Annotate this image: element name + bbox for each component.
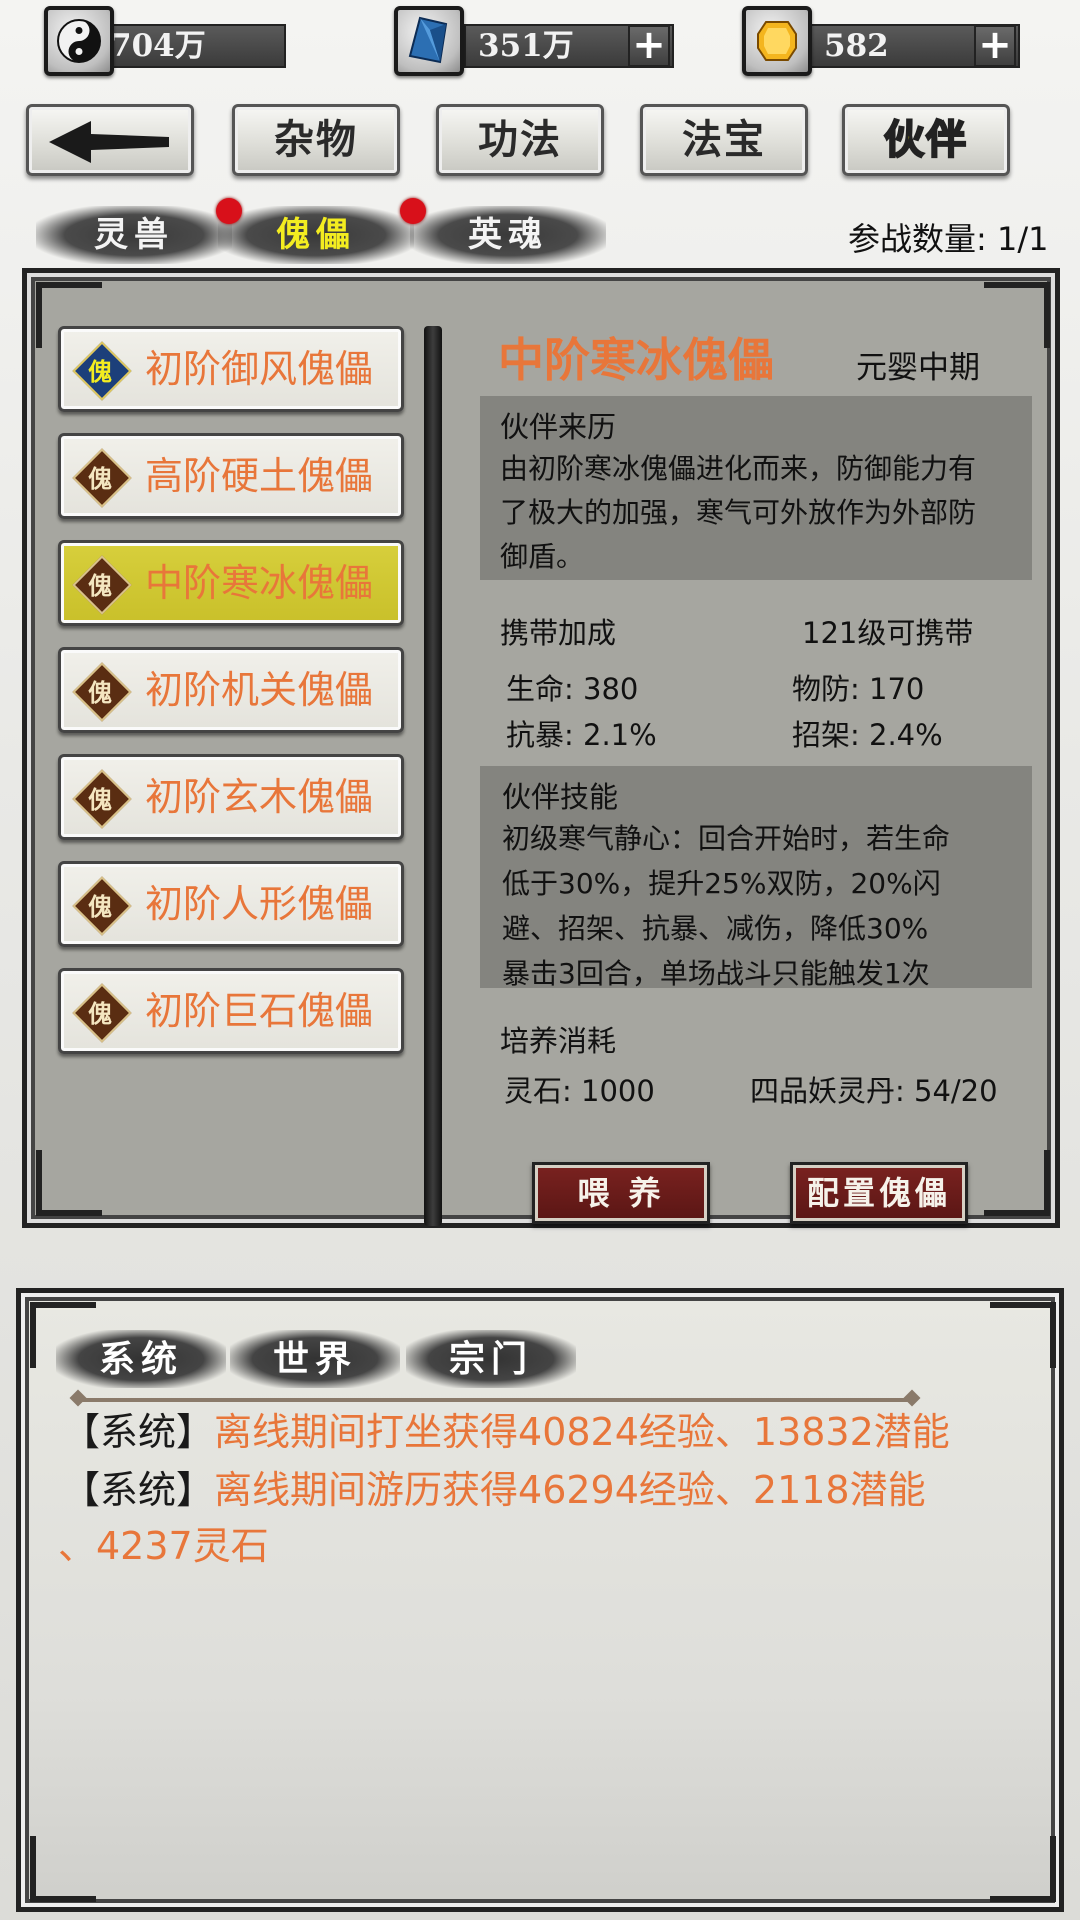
hero-soul-notification-dot <box>400 198 426 224</box>
origin-line: 由初阶寒冰傀儡进化而来，防御能力有 <box>500 452 977 485</box>
puppet-name: 初阶巨石傀儡 <box>145 989 374 1033</box>
chat-text: 离线期间打坐获得40824经验、13832潜能 <box>214 1410 950 1454</box>
add-gold-button[interactable]: + <box>974 25 1016 67</box>
tab-hero-soul[interactable]: 英魂 <box>410 206 606 264</box>
chat-message: 【系统】离线期间打坐获得40824经验、13832潜能 <box>62 1404 950 1460</box>
cost-stone: 灵石: 1000 <box>504 1074 655 1108</box>
puppet-name: 初阶玄木傀儡 <box>145 775 374 819</box>
origin-line: 了极大的加强，寒气可外放作为外部防 <box>500 496 977 529</box>
stat-crit-resist: 抗暴: 2.1% <box>506 718 657 752</box>
bonus-title: 携带加成 <box>500 616 617 650</box>
chat-corner-decoration <box>30 1836 96 1902</box>
cost-pill: 四品妖灵丹: 54/20 <box>750 1074 998 1108</box>
skill-title: 伙伴技能 <box>502 780 619 814</box>
chat-corner-decoration <box>990 1836 1056 1902</box>
chat-tag: 【系统】 <box>62 1468 215 1512</box>
spirit-stone-amount: 704万 <box>96 24 286 68</box>
cost-title: 培养消耗 <box>500 1024 617 1058</box>
puppet-name: 高阶硬土傀儡 <box>145 454 374 498</box>
chat-message: 、4237灵石 <box>58 1518 269 1574</box>
feed-button[interactable]: 喂 养 <box>532 1162 710 1224</box>
puppet-name: 初阶机关傀儡 <box>145 668 374 712</box>
puppet-name: 初阶人形傀儡 <box>145 882 374 926</box>
add-crystal-button[interactable]: + <box>628 25 670 67</box>
nav-misc-button[interactable]: 杂物 <box>232 104 400 176</box>
carry-level: 121级可携带 <box>802 616 974 650</box>
back-button[interactable] <box>26 104 194 176</box>
realm-label: 元婴中期 <box>856 350 980 386</box>
stat-hp: 生命: 380 <box>506 672 639 706</box>
puppet-icon-char: 傀 <box>88 357 112 386</box>
chat-text: 离线期间游历获得46294经验、2118潜能 <box>214 1468 926 1512</box>
chat-text: 、4237灵石 <box>58 1524 269 1568</box>
nav-treasure-button[interactable]: 法宝 <box>640 104 808 176</box>
stat-phys-def: 物防: 170 <box>792 672 925 706</box>
panel-corner-decoration <box>984 282 1050 348</box>
puppet-icon-char: 傀 <box>88 464 112 493</box>
configure-puppet-button[interactable]: 配置傀儡 <box>790 1162 968 1224</box>
puppet-name: 初阶御风傀儡 <box>145 347 374 391</box>
skill-line: 初级寒气静心：回合开始时，若生命 <box>502 822 951 855</box>
skill-line: 避、招架、抗暴、减伤，降低30% <box>502 912 929 945</box>
puppet-icon-char: 傀 <box>88 785 112 814</box>
stat-parry: 招架: 2.4% <box>792 718 943 752</box>
puppet-item-yingtu[interactable]: 傀 高阶硬土傀儡 <box>58 433 404 519</box>
chat-divider <box>78 1398 912 1402</box>
gold-gem-icon <box>742 6 812 76</box>
battle-count: 参战数量: 1/1 <box>848 220 1049 258</box>
puppet-icon-char: 傀 <box>88 892 112 921</box>
blue-crystal-icon <box>394 6 464 76</box>
puppet-icon-char: 傀 <box>88 678 112 707</box>
puppet-item-yufeng[interactable]: 傀 初阶御风傀儡 <box>58 326 404 412</box>
skill-line: 暴击3回合，单场战斗只能触发1次 <box>502 957 930 990</box>
chat-corner-decoration <box>990 1302 1056 1368</box>
puppet-name: 中阶寒冰傀儡 <box>145 561 374 605</box>
tab-world[interactable]: 世界 <box>230 1330 400 1388</box>
list-scrollbar[interactable] <box>424 326 442 1226</box>
chat-message: 【系统】离线期间游历获得46294经验、2118潜能 <box>62 1462 926 1518</box>
puppet-notification-dot <box>216 198 242 224</box>
puppet-item-jushi[interactable]: 傀 初阶巨石傀儡 <box>58 968 404 1054</box>
nav-skills-button[interactable]: 功法 <box>436 104 604 176</box>
chat-tag: 【系统】 <box>62 1410 215 1454</box>
puppet-icon-char: 傀 <box>88 999 112 1028</box>
puppet-item-hanbing[interactable]: 傀 中阶寒冰傀儡 <box>58 540 404 626</box>
tab-system[interactable]: 系统 <box>56 1330 226 1388</box>
origin-line: 御盾。 <box>500 540 585 573</box>
nav-partner-button[interactable]: 伙伴 <box>842 104 1010 176</box>
panel-corner-decoration <box>36 1150 102 1216</box>
skill-line: 低于30%，提升25%双防，20%闪 <box>502 867 941 900</box>
tab-spirit-beast[interactable]: 灵兽 <box>36 206 232 264</box>
yin-yang-icon <box>44 6 114 76</box>
tab-sect[interactable]: 宗门 <box>406 1330 576 1388</box>
puppet-item-jiguan[interactable]: 傀 初阶机关傀儡 <box>58 647 404 733</box>
puppet-item-xuanmu[interactable]: 傀 初阶玄木傀儡 <box>58 754 404 840</box>
panel-corner-decoration <box>984 1150 1050 1216</box>
tab-puppet[interactable]: 傀儡 <box>218 206 414 264</box>
puppet-icon-char: 傀 <box>88 571 112 600</box>
origin-title: 伙伴来历 <box>500 410 617 444</box>
puppet-title: 中阶寒冰傀儡 <box>498 333 774 387</box>
puppet-item-renxing[interactable]: 傀 初阶人形傀儡 <box>58 861 404 947</box>
back-arrow-icon <box>49 121 169 163</box>
